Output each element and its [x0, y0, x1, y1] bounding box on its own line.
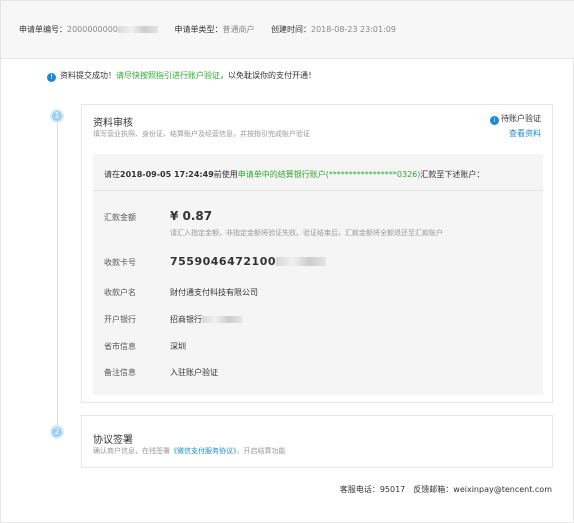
- info-icon: !: [47, 73, 56, 82]
- bank-label: 开户银行: [104, 315, 136, 324]
- amount-label: 汇款金额: [104, 213, 136, 222]
- app-no-value: 2000000000: [67, 25, 158, 34]
- step-1-desc: 填写营业执照、身份证、结算账户及经营信息，并按指引完成账户验证: [93, 130, 310, 138]
- step-2-card: 协议签署 确认商户信息，在线签署《微信支付服务协议》，开启结算功能: [81, 415, 553, 468]
- step-2-desc-text: 确认商户信息，在线签署: [93, 447, 170, 455]
- city-row: 省市信息 深圳: [104, 341, 186, 352]
- redacted-mask: [117, 26, 158, 33]
- view-details-link[interactable]: 查看资料: [509, 128, 541, 139]
- bank-row: 开户银行 招商银行: [104, 314, 242, 325]
- divider: [93, 190, 543, 191]
- amount-row: 汇款金额 ¥ 0.87: [104, 209, 212, 223]
- instruction-text: 前使用: [213, 170, 238, 179]
- step-1-title: 资料审核: [93, 118, 133, 129]
- remark-row: 备注信息 入驻账户验证: [104, 367, 218, 378]
- page: 申请单编号：2000000000 申请单类型：普通商户 创建时间：2018-08…: [0, 0, 574, 523]
- instruction-text: 请在: [104, 170, 120, 179]
- step-1-badge: 1: [50, 109, 64, 123]
- city-value: 深圳: [170, 342, 186, 351]
- settlement-account: 申请单中的结算银行账户(*****************0326): [237, 170, 421, 179]
- submit-notice: ! 资料提交成功！请尽快按照指引进行账户验证，以免耽误你的支付开通！: [47, 70, 316, 82]
- created-value: 2018-08-23 23:01:09: [311, 25, 396, 34]
- notice-highlight: 请尽快按照指引进行账户验证: [116, 71, 220, 80]
- info-icon: i: [490, 116, 499, 125]
- redacted-mask: [202, 316, 242, 323]
- instruction-text: 汇款至下述账户：: [420, 170, 485, 179]
- app-type-value: 普通商户: [222, 25, 255, 34]
- service-phone: 客服电话：95017: [339, 485, 406, 494]
- step-2-desc: 确认商户信息，在线签署《微信支付服务协议》，开启结算功能: [93, 446, 286, 456]
- bank-value: 招商银行: [170, 315, 202, 324]
- redacted-mask: [276, 257, 326, 266]
- notice-text: 资料提交成功！: [60, 71, 116, 80]
- payee-value: 财付通支付科技有限公司: [170, 288, 258, 297]
- payee-label: 收款户名: [104, 288, 136, 297]
- feedback-email: 反馈邮箱：weixinpay@tencent.com: [413, 485, 552, 494]
- card-row: 收款卡号 7559046472100: [104, 255, 326, 268]
- card-number: 7559046472100: [170, 255, 276, 268]
- app-type-label: 申请单类型：: [174, 25, 223, 34]
- step-2-badge: 2: [50, 425, 64, 439]
- remark-value: 入驻账户验证: [170, 368, 218, 377]
- deadline: 2018-09-05 17:24:49: [120, 170, 214, 179]
- status-text: 待账户验证: [501, 114, 541, 123]
- amount-note: 请汇入指定金额，非指定金额将验证失败。验证结束后，汇款金额将全额退还至汇款账户: [170, 229, 443, 237]
- step-1-card: 资料审核 填写营业执照、身份证、结算账户及经营信息，并按指引完成账户验证 i 待账…: [81, 104, 553, 403]
- timeline-line: [57, 116, 58, 429]
- created-label: 创建时间：: [271, 25, 311, 34]
- application-header: 申请单编号：2000000000 申请单类型：普通商户 创建时间：2018-08…: [1, 1, 574, 59]
- city-label: 省市信息: [104, 342, 136, 351]
- footer-contact: 客服电话：95017 反馈邮箱：weixinpay@tencent.com: [332, 484, 552, 495]
- payee-row: 收款户名 财付通支付科技有限公司: [104, 287, 258, 298]
- status-badge: i 待账户验证: [490, 113, 541, 125]
- step-2-desc-text: ，开启结算功能: [236, 447, 286, 455]
- service-agreement-link[interactable]: 《微信支付服务协议》: [170, 447, 237, 455]
- step-2-title: 协议签署: [93, 435, 133, 446]
- notice-text-end: ，以免耽误你的支付开通！: [220, 71, 316, 80]
- remittance-panel: 请在2018-09-05 17:24:49前使用申请单中的结算银行账户(****…: [93, 154, 543, 395]
- remark-label: 备注信息: [104, 368, 136, 377]
- app-no-label: 申请单编号：: [19, 25, 67, 34]
- amount-value: ¥ 0.87: [170, 209, 213, 223]
- remittance-instruction: 请在2018-09-05 17:24:49前使用申请单中的结算银行账户(****…: [104, 169, 484, 180]
- card-label: 收款卡号: [104, 258, 136, 267]
- application-meta: 申请单编号：2000000000 申请单类型：普通商户 创建时间：2018-08…: [19, 24, 410, 35]
